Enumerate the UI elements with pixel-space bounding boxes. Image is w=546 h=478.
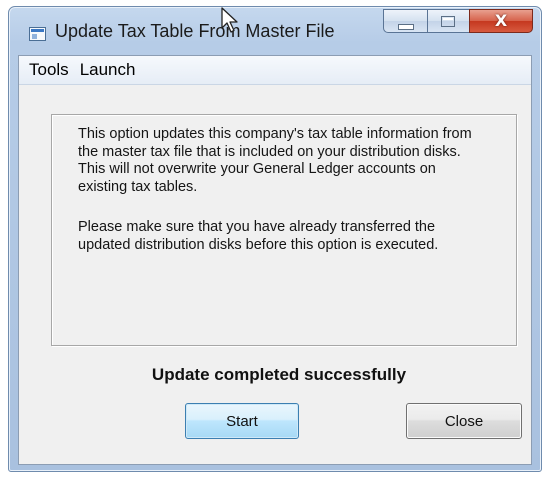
- maximize-button[interactable]: [427, 9, 469, 33]
- menu-launch[interactable]: Launch: [76, 56, 143, 84]
- close-window-button[interactable]: X: [469, 9, 533, 33]
- caption-buttons: X: [383, 9, 533, 33]
- info-paragraph-1: This option updates this company's tax t…: [78, 126, 472, 195]
- start-button[interactable]: Start: [185, 403, 299, 439]
- app-icon[interactable]: [29, 27, 46, 41]
- status-message: Update completed successfully: [151, 365, 407, 384]
- menu-tools[interactable]: Tools: [19, 56, 76, 84]
- dialog-window: Update Tax Table From Master File X Tool…: [8, 6, 542, 472]
- dialog-client-area: Tools Launch This option updates this co…: [18, 55, 532, 465]
- minimize-button[interactable]: [383, 9, 427, 33]
- mouse-cursor-icon: [221, 7, 238, 33]
- info-groupbox: This option updates this company's tax t…: [51, 114, 517, 346]
- menu-bar: Tools Launch: [19, 56, 531, 85]
- title-bar[interactable]: Update Tax Table From Master File X: [9, 7, 541, 55]
- close-button[interactable]: Close: [406, 403, 522, 439]
- info-paragraph-2: Please make sure that you have already t…: [78, 219, 439, 253]
- window-title: Update Tax Table From Master File: [55, 21, 335, 41]
- maximize-icon: [441, 16, 455, 27]
- minimize-icon: [398, 24, 414, 30]
- close-icon: X: [494, 11, 508, 30]
